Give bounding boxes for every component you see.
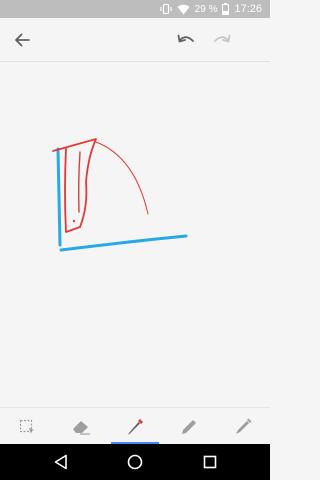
wifi-icon (177, 4, 190, 15)
nav-back-button[interactable] (51, 452, 71, 472)
app-toolbar (0, 18, 270, 62)
eraser-tool[interactable] (54, 408, 108, 445)
red-stroke-inner (77, 151, 81, 213)
status-bar: 29 % 17:26 (0, 0, 270, 18)
drawing-strokes (52, 138, 188, 252)
redo-button[interactable] (210, 28, 234, 52)
back-triangle-icon (54, 454, 67, 470)
arrow-back-icon (15, 33, 30, 47)
drawing-canvas[interactable] (0, 62, 270, 407)
undo-icon (177, 34, 194, 43)
tool-bar (0, 407, 270, 445)
selection-icon (19, 419, 34, 434)
nav-home-button[interactable] (125, 452, 145, 472)
pencil-tool[interactable] (162, 408, 216, 445)
nav-recents-button[interactable] (200, 452, 220, 472)
redo-icon (214, 34, 231, 43)
undo-button[interactable] (174, 28, 198, 52)
red-dot (72, 219, 76, 223)
eraser-icon (73, 420, 90, 435)
status-time: 17:26 (234, 3, 262, 15)
blue-stroke-horizontal (59, 234, 188, 252)
battery-percent: 29 % (194, 3, 218, 15)
back-button[interactable] (10, 28, 34, 52)
pen-tool[interactable] (108, 408, 162, 445)
vibrate-icon (160, 3, 172, 15)
pen-icon (128, 418, 143, 434)
navigation-bar (0, 444, 270, 480)
home-circle-icon (127, 454, 143, 470)
marker-icon (236, 418, 252, 434)
battery-icon (222, 3, 230, 15)
selection-tool[interactable] (0, 408, 54, 445)
marker-tool[interactable] (216, 408, 270, 445)
recents-square-icon (203, 455, 217, 469)
blue-stroke-vertical (56, 147, 62, 247)
red-stroke-arc (95, 141, 149, 215)
pencil-icon (182, 419, 196, 434)
